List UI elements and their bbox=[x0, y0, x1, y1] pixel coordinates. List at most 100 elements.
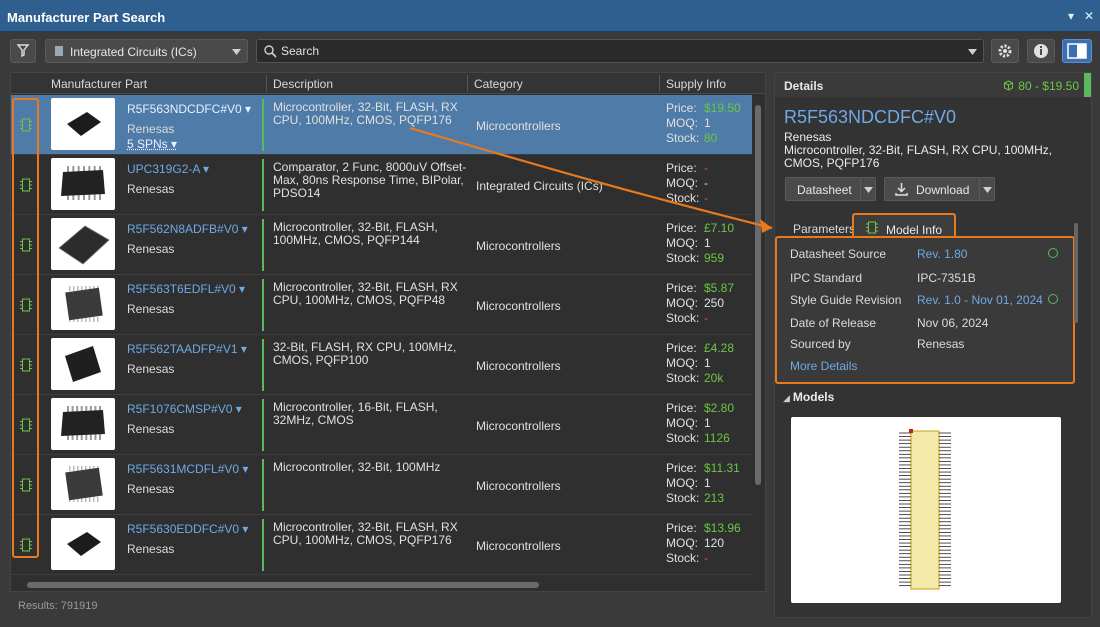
category-select[interactable]: Integrated Circuits (ICs) bbox=[45, 39, 248, 63]
models-section-title: Models bbox=[792, 390, 835, 404]
part-description: 32-Bit, FLASH, RX CPU, 100MHz, CMOS, PQF… bbox=[273, 340, 457, 367]
moq-label: MOQ: bbox=[666, 176, 698, 190]
filter-button[interactable] bbox=[10, 39, 36, 63]
table-row[interactable]: UPC319G2-A ▾ Renesas Comparator, 2 Func,… bbox=[11, 155, 752, 215]
moq-label: MOQ: bbox=[666, 476, 698, 490]
results-count: Results: 791919 bbox=[18, 600, 98, 612]
availability-bar bbox=[262, 519, 264, 571]
model-info-panel: Datasheet Source Rev. 1.80 IPC Standard … bbox=[775, 236, 1075, 384]
horizontal-scrollbar[interactable] bbox=[11, 579, 752, 591]
model-info-value: Renesas bbox=[917, 337, 965, 351]
price-value: $5.87 bbox=[704, 281, 735, 295]
footprint-preview[interactable] bbox=[791, 417, 1061, 603]
download-button-label: Download bbox=[916, 183, 970, 197]
part-category: Microcontrollers bbox=[476, 119, 561, 133]
table-row[interactable]: R5F1076CMSP#V0 ▾ Renesas Microcontroller… bbox=[11, 395, 752, 455]
stock-value: - bbox=[704, 191, 708, 205]
model-info-value[interactable]: Rev. 1.80 bbox=[917, 247, 967, 261]
download-dropdown[interactable] bbox=[979, 177, 995, 201]
stock-label: Stock: bbox=[666, 191, 700, 205]
datasheet-dropdown[interactable] bbox=[860, 177, 876, 201]
details-scrollbar[interactable] bbox=[1074, 223, 1078, 323]
part-description: Microcontroller, 32-Bit, FLASH, RX CPU, … bbox=[273, 100, 458, 127]
close-icon[interactable]: ✕ bbox=[1084, 9, 1094, 23]
stock-label: Stock: bbox=[666, 311, 700, 325]
part-category: Microcontrollers bbox=[476, 479, 561, 493]
models-section-header[interactable]: ◢ Models bbox=[783, 390, 834, 404]
moq-label: MOQ: bbox=[666, 296, 698, 310]
part-manufacturer: Renesas bbox=[127, 542, 175, 556]
table-row[interactable]: R5F562N8ADFB#V0 ▾ Renesas Microcontrolle… bbox=[11, 215, 752, 275]
availability-bar bbox=[262, 459, 264, 511]
model-info-value: IPC-7351B bbox=[917, 271, 976, 285]
part-thumbnail bbox=[51, 458, 115, 510]
part-thumbnail bbox=[51, 278, 115, 330]
part-description: Microcontroller, 32-Bit, FLASH, RX CPU, … bbox=[273, 280, 458, 307]
part-manufacturer: Renesas bbox=[127, 182, 175, 196]
grid-header: Manufacturer Part Description Category S… bbox=[11, 73, 765, 94]
spns-link[interactable]: 5 SPNs ▾ bbox=[127, 137, 177, 151]
column-header-description[interactable]: Description bbox=[273, 77, 333, 91]
moq-value: 120 bbox=[704, 536, 725, 550]
chevron-down-icon bbox=[983, 187, 992, 193]
part-number-link[interactable]: R5F5631MCDFL#V0 ▾ bbox=[127, 462, 248, 476]
part-number-link[interactable]: R5F562TAADFP#V1 ▾ bbox=[127, 342, 247, 356]
table-row[interactable]: R5F5631MCDFL#V0 ▾ Renesas Microcontrolle… bbox=[11, 455, 752, 515]
part-manufacturer: Renesas bbox=[127, 362, 175, 376]
search-input[interactable]: Search bbox=[256, 39, 984, 63]
verified-check-icon bbox=[1048, 248, 1058, 258]
settings-button[interactable] bbox=[991, 39, 1019, 63]
tab-parameters[interactable]: Parameters bbox=[793, 222, 855, 236]
stock-value: 1126 bbox=[704, 431, 730, 445]
price-label: Price: bbox=[666, 161, 697, 175]
price-value: £4.28 bbox=[704, 341, 735, 355]
details-panel-toggle[interactable] bbox=[1062, 39, 1092, 63]
price-label: Price: bbox=[666, 101, 697, 115]
part-number-link[interactable]: R5F1076CMSP#V0 ▾ bbox=[127, 402, 242, 416]
availability-bar bbox=[262, 159, 264, 211]
moq-value: 1 bbox=[704, 116, 711, 130]
window-titlebar: Manufacturer Part Search ▾ ✕ bbox=[0, 0, 1100, 32]
chip-icon bbox=[866, 221, 878, 234]
part-number-link[interactable]: R5F5630EDDFC#V0 ▾ bbox=[127, 522, 248, 536]
model-info-row: Datasheet Source Rev. 1.80 bbox=[790, 247, 1070, 263]
moq-value: 1 bbox=[704, 476, 711, 490]
filter-icon bbox=[16, 44, 30, 58]
part-description: Microcontroller, 32-Bit, FLASH, 100MHz, … bbox=[273, 220, 438, 247]
model-info-value[interactable]: Rev. 1.0 - Nov 01, 2024 bbox=[917, 293, 1043, 307]
column-header-supply-info[interactable]: Supply Info bbox=[666, 77, 726, 91]
moq-value: 250 bbox=[704, 296, 725, 310]
price-value: $13.96 bbox=[704, 521, 741, 535]
price-label: Price: bbox=[666, 281, 697, 295]
moq-label: MOQ: bbox=[666, 536, 698, 550]
stock-price-summary-text: 80 - $19.50 bbox=[1018, 79, 1079, 93]
panel-menu-icon[interactable]: ▾ bbox=[1068, 9, 1074, 23]
column-header-category[interactable]: Category bbox=[474, 77, 523, 91]
part-description: Microcontroller, 16-Bit, FLASH, 32MHz, C… bbox=[273, 400, 438, 427]
part-number-link[interactable]: R5F562N8ADFB#V0 ▾ bbox=[127, 222, 248, 236]
download-button[interactable]: Download bbox=[884, 177, 980, 201]
info-button[interactable] bbox=[1027, 39, 1055, 63]
moq-value: 1 bbox=[704, 236, 711, 250]
model-info-key: Style Guide Revision bbox=[790, 293, 902, 307]
table-row[interactable]: R5F563T6EDFL#V0 ▾ Renesas Microcontrolle… bbox=[11, 275, 752, 335]
part-number-link[interactable]: UPC319G2-A ▾ bbox=[127, 162, 209, 176]
part-manufacturer: Renesas bbox=[127, 482, 175, 496]
search-history-chevron-icon[interactable] bbox=[968, 49, 977, 55]
chevron-down-icon bbox=[864, 187, 873, 193]
category-select-value: Integrated Circuits (ICs) bbox=[70, 45, 197, 59]
verified-check-icon bbox=[1048, 294, 1058, 304]
collapse-triangle-icon: ◢ bbox=[783, 393, 790, 403]
table-row[interactable]: R5F562TAADFP#V1 ▾ Renesas 32-Bit, FLASH,… bbox=[11, 335, 752, 395]
table-row[interactable]: R5F563NDCDFC#V0 ▾ Renesas 5 SPNs ▾ Micro… bbox=[11, 95, 752, 155]
part-number-link[interactable]: R5F563NDCDFC#V0 ▾ bbox=[127, 102, 251, 116]
model-info-key: Sourced by bbox=[790, 337, 851, 351]
model-info-key: Datasheet Source bbox=[790, 247, 887, 261]
column-header-manufacturer-part[interactable]: Manufacturer Part bbox=[51, 77, 147, 91]
part-number-link[interactable]: R5F563T6EDFL#V0 ▾ bbox=[127, 282, 245, 296]
part-thumbnail bbox=[51, 218, 115, 270]
datasheet-button[interactable]: Datasheet bbox=[785, 177, 861, 201]
more-details-link[interactable]: More Details bbox=[790, 359, 857, 373]
table-row[interactable]: R5F5630EDDFC#V0 ▾ Renesas Microcontrolle… bbox=[11, 515, 752, 575]
vertical-scrollbar[interactable] bbox=[752, 95, 764, 579]
